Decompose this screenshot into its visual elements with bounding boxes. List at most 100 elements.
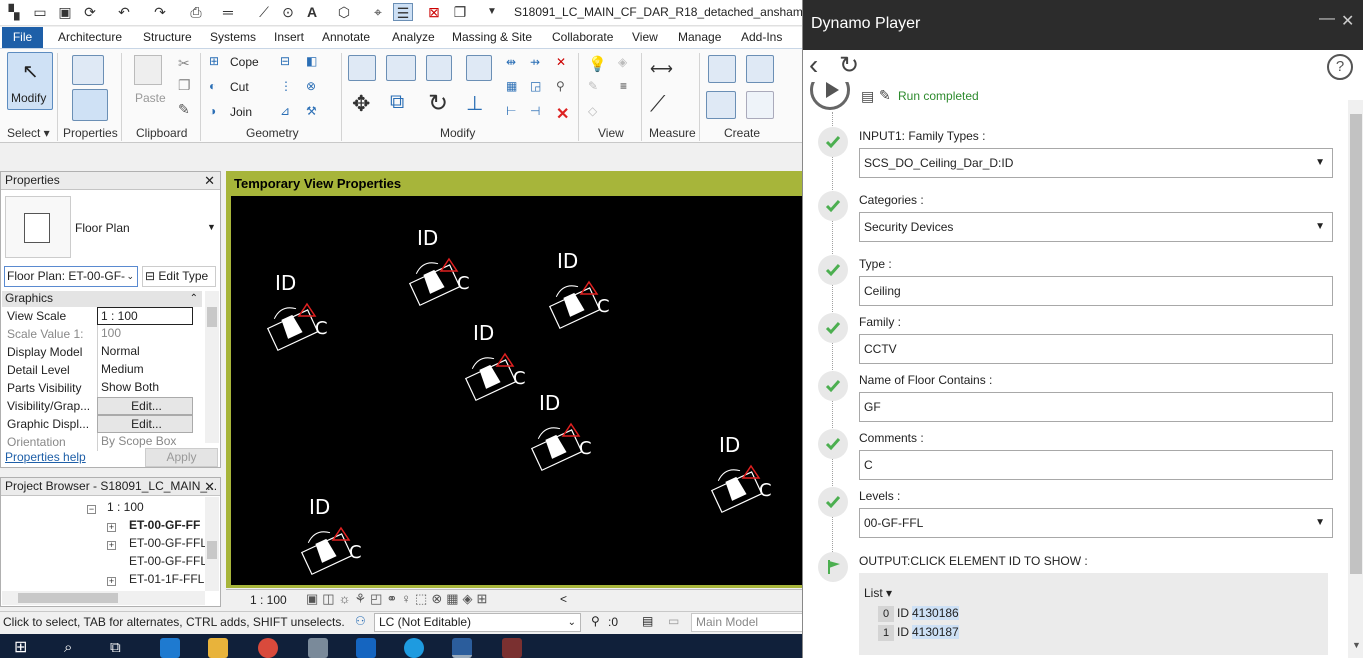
cope-button[interactable]: Cope [230, 55, 259, 69]
close-icon[interactable]: ✕ [204, 172, 215, 189]
text-icon[interactable]: A [302, 3, 322, 21]
tag-icon[interactable]: ⊙ [278, 3, 298, 21]
browser-scrollbar[interactable] [205, 497, 219, 591]
align-icon[interactable] [348, 55, 376, 81]
scroll-down-icon[interactable]: ▼ [1352, 640, 1361, 650]
customize-qat-icon[interactable]: ▼ [482, 3, 502, 21]
run-button[interactable] [810, 82, 850, 110]
tree-item[interactable]: ET-00-GF-FFL [129, 536, 207, 550]
view-control-icons[interactable]: ▣◫☼⚘◰⚭♀⬚⊗▦◈⊞ [306, 591, 491, 607]
pin-icon[interactable]: ⚲ [556, 79, 565, 93]
scroll-thumb[interactable] [207, 307, 217, 327]
edit-button[interactable]: Edit... [97, 415, 193, 433]
close-icon[interactable]: ✕ [204, 478, 215, 495]
tab-view[interactable]: View [632, 30, 658, 44]
media-icon[interactable] [502, 638, 522, 658]
redo-icon[interactable]: ↷ [150, 3, 170, 21]
edge-icon[interactable] [160, 638, 180, 658]
scroll-thumb[interactable] [1350, 114, 1362, 574]
property-row[interactable]: Parts Visibility Show Both [5, 379, 201, 397]
levels-select[interactable]: 00-GF-FFL ▼ [859, 508, 1333, 538]
tree-item-active[interactable]: ET-00-GF-FF [129, 518, 200, 532]
windows-start-icon[interactable]: ⊞ [14, 640, 30, 656]
thin-lines-icon[interactable]: ☰ [393, 3, 413, 21]
cctv-device-symbol[interactable]: ID C [263, 271, 328, 352]
property-row[interactable]: View Scale 1 : 100 [5, 307, 201, 325]
filter-icon[interactable]: ▤ [642, 614, 653, 628]
hide-icon[interactable]: 💡 [588, 55, 607, 73]
dynamo-scrollbar[interactable]: ▼ [1348, 100, 1363, 658]
match-properties-icon[interactable]: ✎ [178, 101, 190, 118]
select-panel-label[interactable]: Select ▾ [7, 126, 50, 140]
trim-single-icon[interactable]: ⊢ [506, 104, 516, 118]
close-icon[interactable]: ✕ [1341, 11, 1354, 31]
cctv-device-symbol[interactable]: ID C [297, 495, 362, 576]
sync-icon[interactable]: ⟳ [80, 3, 100, 21]
save-icon[interactable]: ▣ [55, 3, 75, 21]
paint-icon[interactable]: ⊗ [306, 79, 316, 93]
graphics-group-header[interactable]: Graphics ⌃ [2, 291, 202, 307]
tab-collaborate[interactable]: Collaborate [552, 30, 613, 44]
scroll-thumb[interactable] [207, 541, 217, 559]
instance-filter-select[interactable]: Floor Plan: ET-00-GF- ⌄ [4, 266, 138, 287]
tree-item[interactable]: ET-01-1F-FFL [129, 572, 204, 586]
file-explorer-icon[interactable] [208, 638, 228, 658]
cut-button[interactable]: Cut [230, 80, 249, 94]
close-hidden-icon[interactable]: ⊠ [424, 3, 444, 21]
app-icon[interactable] [308, 638, 328, 658]
minimize-icon[interactable]: — [1319, 10, 1335, 28]
properties-scrollbar[interactable] [205, 291, 219, 443]
main-model-field[interactable]: Main Model [691, 613, 802, 632]
tree-item[interactable]: 1 : 100 [107, 500, 144, 514]
tab-architecture[interactable]: Architecture [58, 30, 122, 44]
cut-profile-icon[interactable]: ◧ [306, 54, 317, 68]
cctv-device-symbol[interactable]: ID C [461, 321, 526, 402]
join-button[interactable]: Join [230, 105, 252, 119]
selection-box-icon[interactable]: ◇ [588, 104, 597, 118]
property-row[interactable]: Visibility/Grap... Edit... [5, 397, 201, 415]
tab-insert[interactable]: Insert [274, 30, 304, 44]
revit-logo-icon[interactable]: ▚ [4, 3, 24, 21]
expand-node-icon[interactable]: + [107, 577, 116, 586]
cctv-device-symbol[interactable]: ID C [707, 433, 772, 514]
collapse-node-icon[interactable]: − [87, 505, 96, 514]
paste-icon[interactable] [134, 55, 162, 85]
dimension-icon[interactable]: ⟋ [254, 3, 274, 21]
aligned-dimension-icon[interactable]: ⟋ [650, 91, 665, 117]
type-properties-icon[interactable] [72, 55, 104, 85]
scroll-left-icon[interactable]: < [560, 592, 567, 606]
tab-annotate[interactable]: Annotate [322, 30, 370, 44]
tab-massing-site[interactable]: Massing & Site [452, 30, 532, 44]
unpin-icon[interactable]: ✕ [556, 55, 566, 69]
filter-lines-icon[interactable]: ≡ [620, 79, 627, 93]
task-view-icon[interactable]: ⧉ [110, 639, 121, 656]
categories-select[interactable]: Security Devices ▼ [859, 212, 1333, 242]
tab-manage[interactable]: Manage [678, 30, 721, 44]
temporary-view-properties-banner[interactable]: Temporary View Properties [231, 174, 405, 193]
override-icon[interactable]: ◈ [618, 55, 627, 69]
cctv-device-symbol[interactable]: ID C [545, 249, 610, 330]
type-input[interactable]: Ceiling [859, 276, 1333, 306]
apply-button[interactable]: Apply [145, 448, 218, 467]
property-value[interactable]: Show Both [97, 379, 193, 397]
search-icon[interactable]: ⌕ [64, 639, 72, 656]
demolish-icon[interactable]: ⊿ [280, 104, 290, 118]
copy-icon[interactable]: ⧉ [390, 91, 404, 114]
measure-between-icon[interactable]: ⟷ [650, 59, 673, 79]
family-input[interactable]: CCTV [859, 334, 1333, 364]
refresh-icon[interactable]: ↻ [839, 51, 859, 81]
cut-clip-icon[interactable]: ✂ [178, 55, 190, 72]
move-icon[interactable]: ✥ [352, 91, 370, 117]
mirror-draw-icon[interactable] [466, 55, 492, 81]
tree-item[interactable]: ET-00-GF-FFL [129, 554, 207, 568]
tab-file[interactable]: File [2, 27, 43, 48]
expand-node-icon[interactable]: + [107, 541, 116, 550]
element-id-link[interactable]: 4130186 [912, 606, 959, 620]
delete-icon[interactable]: ✕ [556, 104, 569, 124]
array-icon[interactable]: ▦ [506, 79, 517, 93]
property-value[interactable]: Medium [97, 361, 193, 379]
trim-icon[interactable]: ⊥ [466, 91, 483, 116]
property-row[interactable]: Graphic Displ... Edit... [5, 415, 201, 433]
trim-multiple-icon[interactable]: ⊣ [530, 104, 540, 118]
switch-windows-icon[interactable]: ❐ [450, 3, 470, 21]
